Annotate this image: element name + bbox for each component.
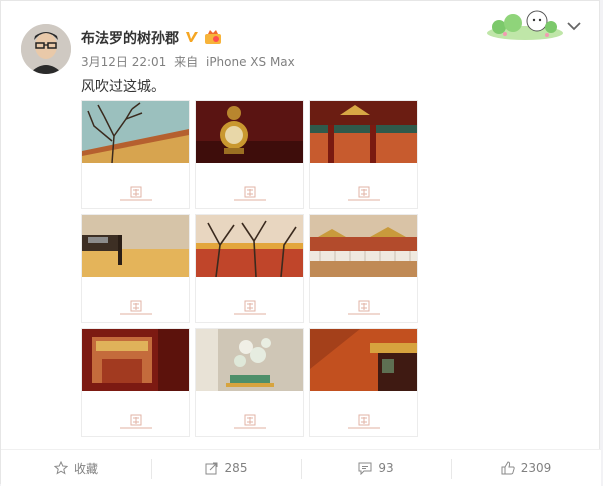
photo-image: [82, 215, 189, 277]
source-prefix: 来自: [174, 55, 199, 69]
watermark-icon: [130, 300, 142, 312]
repost-icon: [205, 462, 218, 475]
avatar[interactable]: [21, 24, 71, 74]
watermark-icon: [244, 414, 256, 426]
photo-thumb[interactable]: [309, 100, 418, 209]
thumbs-up-icon: [501, 461, 515, 475]
photo-image: [310, 101, 417, 163]
weibo-post-card: 布法罗的树孙郡 3月12日 22:01 来自 iPhone XS Max 风吹过…: [0, 0, 601, 486]
watermark-caption: [234, 313, 266, 315]
repost-button[interactable]: 285: [151, 450, 301, 486]
photo-thumb[interactable]: [81, 100, 190, 209]
action-bar: 收藏 285 93 2309: [1, 449, 601, 486]
vip-badge-icon[interactable]: [204, 29, 222, 45]
watermark-icon: [358, 414, 370, 426]
comment-icon: [358, 462, 372, 475]
photo-thumb[interactable]: [309, 214, 418, 323]
photo-thumb[interactable]: [81, 328, 190, 437]
comment-count: 93: [378, 461, 394, 475]
verified-v-icon[interactable]: [184, 29, 200, 45]
post-source[interactable]: iPhone XS Max: [206, 55, 295, 69]
username[interactable]: 布法罗的树孙郡: [81, 28, 179, 48]
watermark-caption: [234, 427, 266, 429]
watermark-icon: [358, 186, 370, 198]
photo-thumb[interactable]: [195, 328, 304, 437]
watermark-icon: [244, 300, 256, 312]
photo-image: [310, 329, 417, 391]
post-text: 风吹过这城。: [81, 79, 165, 95]
watermark-caption: [234, 199, 266, 201]
watermark-caption: [120, 427, 152, 429]
chevron-down-icon[interactable]: [566, 19, 582, 33]
avatar-image: [21, 24, 71, 74]
watermark-icon: [244, 186, 256, 198]
decorative-sticker-icon: [487, 10, 563, 40]
photo-thumb[interactable]: [195, 214, 304, 323]
post-time[interactable]: 3月12日 22:01: [81, 55, 166, 69]
watermark-caption: [348, 313, 380, 315]
photo-image: [82, 101, 189, 163]
photo-image: [196, 101, 303, 163]
photo-image: [310, 215, 417, 277]
watermark-icon: [358, 300, 370, 312]
photo-thumb[interactable]: [81, 214, 190, 323]
watermark-icon: [130, 186, 142, 198]
watermark-caption: [348, 199, 380, 201]
star-icon: [53, 461, 68, 475]
favorite-label: 收藏: [73, 461, 98, 476]
photo-image: [196, 329, 303, 391]
watermark-caption: [348, 427, 380, 429]
favorite-button[interactable]: 收藏: [1, 450, 151, 486]
repost-count: 285: [224, 461, 248, 475]
like-count: 2309: [520, 461, 552, 475]
photo-image: [196, 215, 303, 277]
watermark-icon: [130, 414, 142, 426]
photo-image: [82, 329, 189, 391]
photo-thumb[interactable]: [309, 328, 418, 437]
photo-thumb[interactable]: [195, 100, 304, 209]
like-button[interactable]: 2309: [451, 450, 601, 486]
watermark-caption: [120, 313, 152, 315]
post-meta: 3月12日 22:01 来自 iPhone XS Max: [81, 53, 299, 70]
comment-button[interactable]: 93: [301, 450, 451, 486]
watermark-caption: [120, 199, 152, 201]
